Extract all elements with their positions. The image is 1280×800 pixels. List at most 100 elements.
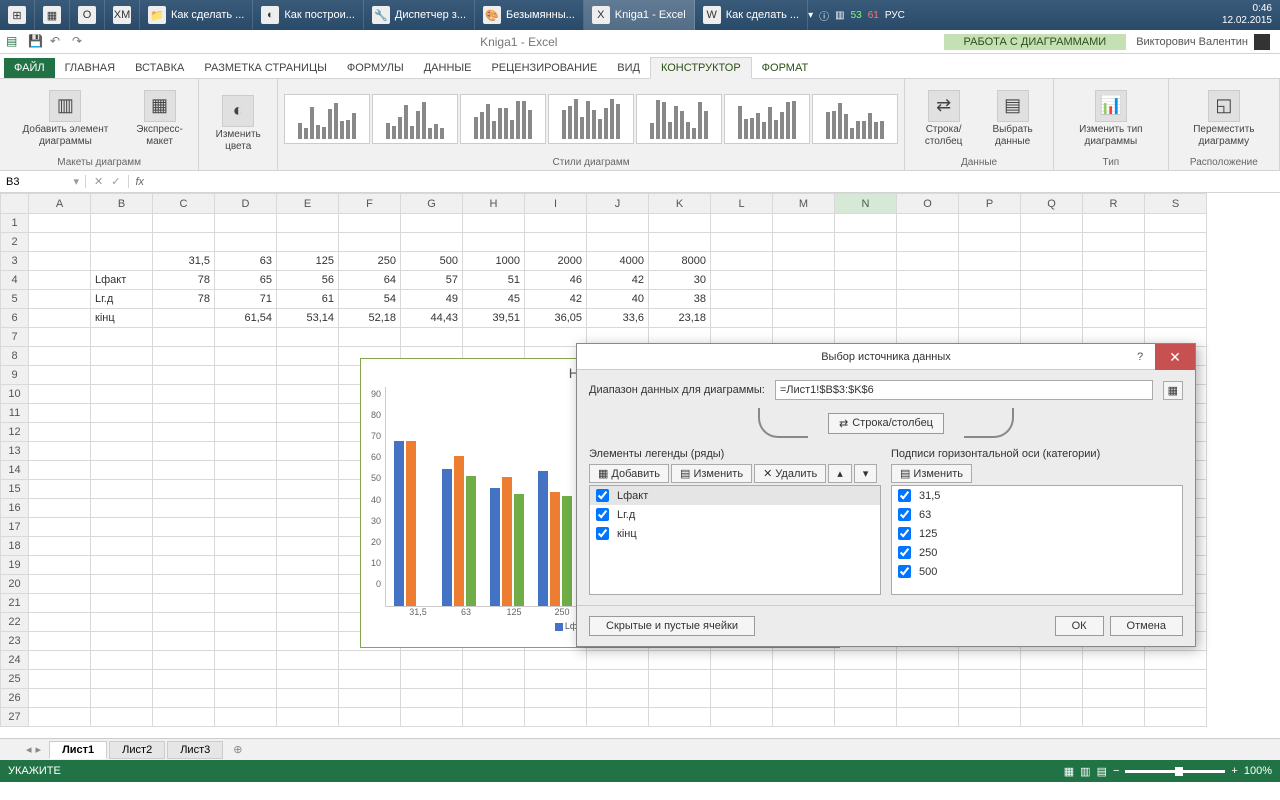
cell[interactable] [277, 214, 339, 233]
cell[interactable] [1083, 233, 1145, 252]
cell[interactable] [463, 670, 525, 689]
cell[interactable] [401, 670, 463, 689]
cell[interactable] [897, 214, 959, 233]
zoom-out-icon[interactable]: − [1113, 765, 1119, 777]
cell[interactable] [91, 366, 153, 385]
row-header[interactable]: 3 [1, 252, 29, 271]
cell[interactable] [215, 423, 277, 442]
cell[interactable] [277, 575, 339, 594]
cell[interactable] [711, 214, 773, 233]
ribbon-tab[interactable]: ВСТАВКА [125, 58, 194, 78]
cell[interactable] [587, 689, 649, 708]
cell[interactable] [91, 461, 153, 480]
cell[interactable] [525, 708, 587, 727]
cell[interactable] [1083, 290, 1145, 309]
cell[interactable] [277, 651, 339, 670]
series-list-item[interactable]: Lфакт [590, 486, 880, 505]
cell[interactable] [153, 689, 215, 708]
cell[interactable] [29, 404, 91, 423]
cell[interactable] [339, 708, 401, 727]
cell[interactable] [835, 651, 897, 670]
cell[interactable] [1145, 651, 1207, 670]
cell[interactable] [153, 423, 215, 442]
cell[interactable] [959, 670, 1021, 689]
chart-bar[interactable] [502, 477, 512, 606]
cell[interactable] [1083, 271, 1145, 290]
chart-bar[interactable] [550, 492, 560, 606]
cell[interactable] [153, 404, 215, 423]
zoom-in-icon[interactable]: + [1231, 765, 1237, 777]
category-list-item[interactable]: 500 [892, 562, 1182, 581]
cell[interactable] [1083, 309, 1145, 328]
cell[interactable] [711, 689, 773, 708]
cell[interactable] [277, 404, 339, 423]
cell[interactable] [649, 670, 711, 689]
row-header[interactable]: 24 [1, 651, 29, 670]
cell[interactable]: 46 [525, 271, 587, 290]
column-header[interactable]: K [649, 194, 711, 214]
select-all-cell[interactable] [1, 194, 29, 214]
cell[interactable] [711, 670, 773, 689]
cell[interactable] [897, 309, 959, 328]
cell[interactable] [711, 290, 773, 309]
cell[interactable] [649, 689, 711, 708]
cell[interactable] [959, 233, 1021, 252]
cell[interactable] [339, 233, 401, 252]
cell[interactable]: 4000 [587, 252, 649, 271]
cell[interactable] [29, 366, 91, 385]
cell[interactable] [277, 385, 339, 404]
move-chart-button[interactable]: ◱Переместить диаграмму [1175, 88, 1273, 150]
taskbar-item[interactable]: XM [105, 0, 140, 30]
cell[interactable] [215, 537, 277, 556]
cell[interactable] [1145, 708, 1207, 727]
cell[interactable] [773, 290, 835, 309]
column-header[interactable]: E [277, 194, 339, 214]
cell[interactable] [277, 518, 339, 537]
cell[interactable] [401, 328, 463, 347]
row-header[interactable]: 16 [1, 499, 29, 518]
taskbar-item[interactable]: ◐Как построи... [253, 0, 364, 30]
cell[interactable] [91, 613, 153, 632]
cell[interactable] [215, 233, 277, 252]
cell[interactable]: 23,18 [649, 309, 711, 328]
ribbon-tab[interactable]: ФОРМУЛЫ [337, 58, 414, 78]
cell[interactable] [153, 651, 215, 670]
cell[interactable] [339, 689, 401, 708]
cell[interactable] [897, 670, 959, 689]
cell[interactable] [29, 214, 91, 233]
zoom-level[interactable]: 100% [1244, 765, 1272, 777]
quick-layout-button[interactable]: ▦Экспресс-макет [127, 88, 192, 150]
cell[interactable] [649, 214, 711, 233]
cell[interactable] [1083, 252, 1145, 271]
cell[interactable] [1021, 309, 1083, 328]
cell[interactable]: 78 [153, 271, 215, 290]
column-header[interactable]: P [959, 194, 1021, 214]
cell[interactable] [277, 689, 339, 708]
ribbon-tool-tab[interactable]: КОНСТРУКТОР [650, 57, 752, 79]
cell[interactable] [91, 480, 153, 499]
cell[interactable] [1021, 290, 1083, 309]
cell[interactable]: кінц [91, 309, 153, 328]
cell[interactable] [649, 651, 711, 670]
row-header[interactable]: 17 [1, 518, 29, 537]
row-header[interactable]: 11 [1, 404, 29, 423]
column-header[interactable]: H [463, 194, 525, 214]
cell[interactable] [91, 594, 153, 613]
cell[interactable] [215, 632, 277, 651]
system-tray[interactable]: ▾ⓘ▥5361РУС [808, 8, 905, 23]
cell[interactable]: 8000 [649, 252, 711, 271]
row-header[interactable]: 19 [1, 556, 29, 575]
cell[interactable] [277, 328, 339, 347]
switch-row-col-button[interactable]: ⇄Строка/столбец [911, 88, 976, 150]
cell[interactable] [91, 214, 153, 233]
cell[interactable] [1021, 233, 1083, 252]
cell[interactable]: 64 [339, 271, 401, 290]
category-checkbox[interactable] [898, 546, 911, 559]
cell[interactable] [1021, 651, 1083, 670]
cell[interactable] [277, 556, 339, 575]
cell[interactable] [959, 252, 1021, 271]
cell[interactable] [153, 214, 215, 233]
cell[interactable] [29, 423, 91, 442]
bar-group[interactable] [442, 456, 476, 606]
cell[interactable] [277, 708, 339, 727]
